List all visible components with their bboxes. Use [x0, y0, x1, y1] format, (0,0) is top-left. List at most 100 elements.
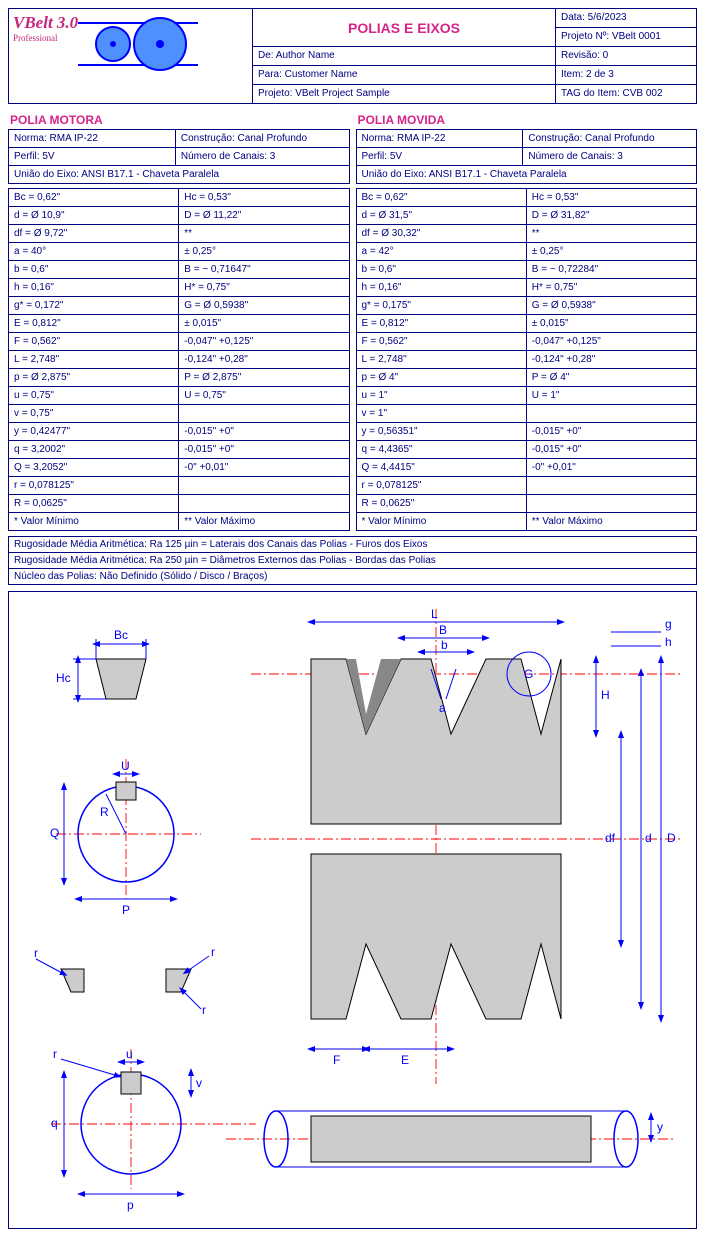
data-cell: Bc = 0,62"	[9, 189, 179, 207]
data-cell: F = 0,562"	[356, 333, 526, 351]
movida-title: POLIA MOVIDA	[358, 113, 698, 127]
movida-data-table: Bc = 0,62"Hc = 0,53"d = Ø 31,5"D = Ø 31,…	[356, 188, 698, 531]
motora-norma: Norma: RMA IP-22	[9, 130, 176, 148]
data-cell: -0,015" +0"	[526, 441, 696, 459]
data-cell: * Valor Mínimo	[9, 513, 179, 531]
dim-h: h	[665, 635, 672, 649]
data-cell: h = 0,16"	[9, 279, 179, 297]
data-cell: a = 42°	[356, 243, 526, 261]
data-cell	[526, 405, 696, 423]
data-cell: U = 0,75"	[179, 387, 349, 405]
data-cell: -0,047" +0,125"	[179, 333, 349, 351]
data-cell: ± 0,015"	[179, 315, 349, 333]
notes-block: Rugosidade Média Aritmética: Ra 125 µin …	[8, 536, 697, 585]
dim-L: L	[431, 607, 438, 621]
data-cell: ± 0,25°	[526, 243, 696, 261]
technical-diagram: .bl{stroke:#0000ff;stroke-width:1.5;fill…	[8, 591, 697, 1229]
data-cell: -0" +0,01"	[179, 459, 349, 477]
data-cell	[179, 495, 349, 513]
data-cell: -0,015" +0"	[526, 423, 696, 441]
data-cell: p = Ø 4"	[356, 369, 526, 387]
data-cell: H* = 0,75"	[179, 279, 349, 297]
dim-hc: Hc	[56, 671, 71, 685]
data-cell: -0,124" +0,28"	[526, 351, 696, 369]
data-cell: -0,047" +0,125"	[526, 333, 696, 351]
data-cell: v = 0,75"	[9, 405, 179, 423]
data-cell: E = 0,812"	[356, 315, 526, 333]
hdr-rev: Revisão: 0	[555, 47, 696, 66]
data-cell: y = 0,42477"	[9, 423, 179, 441]
movida-constr: Construção: Canal Profundo	[523, 130, 697, 148]
hdr-de: De: Author Name	[252, 47, 555, 66]
data-cell: b = 0,6"	[9, 261, 179, 279]
dim-r2: r	[211, 945, 215, 959]
data-cell: ± 0,25°	[179, 243, 349, 261]
dim-D: D	[667, 831, 676, 845]
data-cell: L = 2,748"	[356, 351, 526, 369]
data-cell: **	[179, 225, 349, 243]
data-cell: D = Ø 11,22"	[179, 207, 349, 225]
data-cell: r = 0,078125"	[9, 477, 179, 495]
polia-motora: POLIA MOTORA Norma: RMA IP-22Construção:…	[8, 109, 350, 531]
dim-b: b	[441, 638, 448, 652]
movida-head-table: Norma: RMA IP-22Construção: Canal Profun…	[356, 129, 698, 184]
hdr-data: Data: 5/6/2023	[555, 9, 696, 28]
data-cell: G = Ø 0,5938"	[179, 297, 349, 315]
movida-uniao: União do Eixo: ANSI B17.1 - Chaveta Para…	[356, 166, 697, 184]
motora-uniao: União do Eixo: ANSI B17.1 - Chaveta Para…	[9, 166, 350, 184]
data-cell: df = Ø 9,72"	[9, 225, 179, 243]
data-cell: h = 0,16"	[356, 279, 526, 297]
data-cell	[526, 477, 696, 495]
movida-norma: Norma: RMA IP-22	[356, 130, 523, 148]
dim-F: F	[333, 1053, 340, 1067]
data-cell: u = 0,75"	[9, 387, 179, 405]
data-cell: r = 0,078125"	[356, 477, 526, 495]
data-cell: ** Valor Máximo	[179, 513, 349, 531]
header-grid: VBelt 3.0 Professional POLIAS E EIXOS Da…	[8, 8, 697, 104]
brand-name: VBelt 3.0	[13, 13, 78, 33]
data-cell: -0,015" +0"	[179, 441, 349, 459]
dim-G: G	[524, 667, 533, 681]
dim-r1: r	[34, 946, 38, 960]
data-cell: g* = 0,175"	[356, 297, 526, 315]
note-r3: Núcleo das Polias: Não Definido (Sólido …	[8, 569, 697, 585]
dim-Q: Q	[50, 826, 59, 840]
motora-data-table: Bc = 0,62"Hc = 0,53"d = Ø 10,9"D = Ø 11,…	[8, 188, 350, 531]
data-cell: * Valor Mínimo	[356, 513, 526, 531]
dim-y: y	[657, 1120, 663, 1134]
dim-H: H	[601, 688, 610, 702]
dim-U: U	[121, 759, 130, 773]
data-cell: Bc = 0,62"	[356, 189, 526, 207]
data-cell: y = 0,56351"	[356, 423, 526, 441]
data-cell: **	[526, 225, 696, 243]
movida-canais: Número de Canais: 3	[523, 148, 697, 166]
dim-E: E	[401, 1053, 409, 1067]
dim-rl: r	[53, 1047, 57, 1061]
motora-perfil: Perfil: 5V	[9, 148, 176, 166]
data-cell	[179, 477, 349, 495]
dim-g: g	[665, 617, 672, 631]
data-cell: a = 40°	[9, 243, 179, 261]
data-cell: df = Ø 30,32"	[356, 225, 526, 243]
motora-head-table: Norma: RMA IP-22Construção: Canal Profun…	[8, 129, 350, 184]
data-cell: b = 0,6"	[356, 261, 526, 279]
dim-a: a	[439, 701, 446, 715]
dim-d: d	[645, 831, 652, 845]
page-title: POLIAS E EIXOS	[252, 9, 555, 47]
data-cell: g* = 0,172"	[9, 297, 179, 315]
data-cell: q = 3,2002"	[9, 441, 179, 459]
header-info: POLIAS E EIXOS Data: 5/6/2023 Projeto Nº…	[252, 8, 696, 104]
data-cell: P = Ø 4"	[526, 369, 696, 387]
hdr-projeto: Projeto: VBelt Project Sample	[252, 85, 555, 104]
data-cell: G = Ø 0,5938"	[526, 297, 696, 315]
dim-bc: Bc	[114, 628, 128, 642]
logo-box: VBelt 3.0 Professional	[8, 8, 252, 104]
data-cell: Q = 3,2052"	[9, 459, 179, 477]
data-cell: -0,015" +0"	[179, 423, 349, 441]
dim-r3: r	[202, 1003, 206, 1017]
data-cell: -0,124" +0,28"	[179, 351, 349, 369]
dim-q: q	[51, 1116, 58, 1130]
data-cell: v = 1"	[356, 405, 526, 423]
pulley-columns: POLIA MOTORA Norma: RMA IP-22Construção:…	[8, 109, 697, 531]
data-cell: d = Ø 10,9"	[9, 207, 179, 225]
